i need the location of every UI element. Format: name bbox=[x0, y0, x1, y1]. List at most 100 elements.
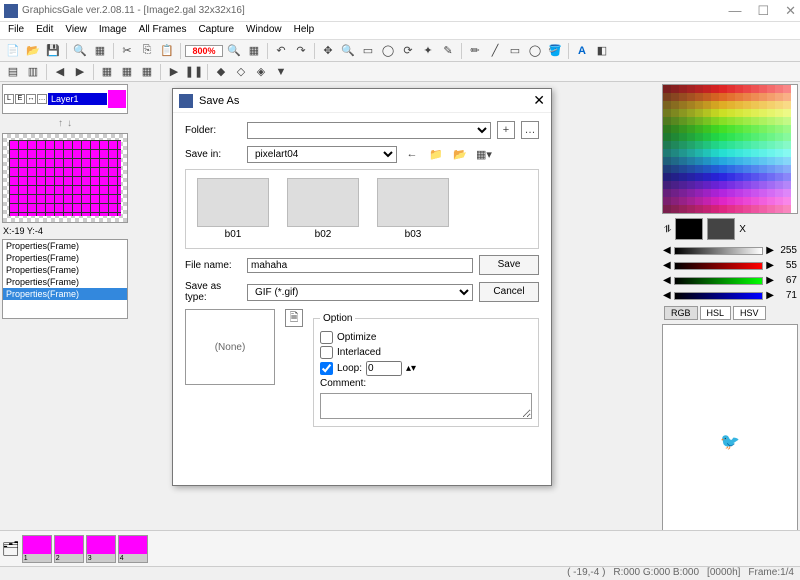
swap-icon[interactable]: ⥮ bbox=[664, 224, 671, 235]
tool-a-icon[interactable]: ◆ bbox=[212, 63, 230, 81]
paste-icon[interactable]: 📋 bbox=[158, 42, 176, 60]
frame-thumb[interactable]: 1 bbox=[22, 535, 52, 563]
copy-icon[interactable]: ⎘ bbox=[138, 42, 156, 60]
layer-panel[interactable]: LE↔… Layer1 bbox=[2, 84, 128, 114]
save-button[interactable]: Save bbox=[479, 255, 539, 275]
line-icon[interactable]: ╱ bbox=[486, 42, 504, 60]
frame-dup-icon[interactable]: ▦ bbox=[138, 63, 156, 81]
minimize-button[interactable]: — bbox=[728, 3, 741, 19]
mode-hsl[interactable]: HSL bbox=[700, 306, 732, 320]
list-item[interactable]: Properties(Frame) bbox=[3, 240, 127, 252]
menu-item[interactable]: Help bbox=[294, 24, 315, 37]
b-slider[interactable] bbox=[674, 292, 764, 300]
back-icon[interactable]: ← bbox=[403, 145, 421, 163]
cut-icon[interactable]: ✂ bbox=[118, 42, 136, 60]
list-item[interactable]: Properties(Frame) bbox=[3, 252, 127, 264]
saveas-select[interactable]: GIF (*.gif) bbox=[247, 284, 473, 301]
list-item[interactable]: Properties(Frame) bbox=[3, 264, 127, 276]
nav-down-icon[interactable]: ↓ bbox=[67, 118, 72, 129]
undo-icon[interactable]: ↶ bbox=[272, 42, 290, 60]
picker-icon[interactable]: ✎ bbox=[439, 42, 457, 60]
grid-icon[interactable]: ▦ bbox=[91, 42, 109, 60]
maximize-button[interactable]: ☐ bbox=[757, 3, 769, 19]
list-item[interactable]: Properties(Frame) bbox=[3, 288, 127, 300]
menu-item[interactable]: Capture bbox=[198, 24, 234, 37]
close-button[interactable]: ✕ bbox=[785, 3, 796, 19]
tool-d-icon[interactable]: ▼ bbox=[272, 63, 290, 81]
menu-item[interactable]: View bbox=[65, 24, 87, 37]
frame-del-icon[interactable]: ▦ bbox=[118, 63, 136, 81]
g-slider[interactable] bbox=[674, 277, 764, 285]
new-icon[interactable]: 📄 bbox=[4, 42, 22, 60]
add-folder-icon[interactable]: + bbox=[497, 121, 515, 139]
canvas-preview[interactable] bbox=[2, 133, 128, 223]
up-folder-icon[interactable]: 📁 bbox=[427, 145, 445, 163]
lasso-icon[interactable]: ⟳ bbox=[399, 42, 417, 60]
ellipse-icon[interactable]: ◯ bbox=[526, 42, 544, 60]
frame-add-icon[interactable]: ▦ bbox=[98, 63, 116, 81]
new-folder-icon[interactable]: 📂 bbox=[451, 145, 469, 163]
frame-thumb[interactable]: 4 bbox=[118, 535, 148, 563]
view-icon[interactable]: ▦▾ bbox=[475, 145, 493, 163]
nav-up-icon[interactable]: ↑ bbox=[58, 118, 63, 129]
foreground-swatch[interactable] bbox=[675, 218, 703, 240]
play-icon[interactable]: ▶ bbox=[165, 63, 183, 81]
more-icon[interactable]: … bbox=[521, 121, 539, 139]
property-list[interactable]: Properties(Frame) Properties(Frame) Prop… bbox=[2, 239, 128, 319]
x-icon[interactable]: X bbox=[739, 224, 746, 235]
layer-icon[interactable]: ▤ bbox=[4, 63, 22, 81]
select-rect-icon[interactable]: ▭ bbox=[359, 42, 377, 60]
menu-item[interactable]: File bbox=[8, 24, 24, 37]
browse-icon[interactable]: 🗎 bbox=[285, 309, 303, 327]
layer2-icon[interactable]: ▥ bbox=[24, 63, 42, 81]
optimize-checkbox[interactable] bbox=[320, 331, 333, 344]
pause-icon[interactable]: ❚❚ bbox=[185, 63, 203, 81]
file-browser[interactable]: b01 b02 b03 bbox=[185, 169, 539, 249]
text-icon[interactable]: A bbox=[573, 42, 591, 60]
redo-icon[interactable]: ↷ bbox=[292, 42, 310, 60]
menu-item[interactable]: Image bbox=[99, 24, 127, 37]
dialog-close-icon[interactable]: ✕ bbox=[533, 92, 545, 109]
move-icon[interactable]: ✥ bbox=[319, 42, 337, 60]
zoom-level[interactable]: 800% bbox=[185, 45, 223, 57]
spinner-icon[interactable]: ▴▾ bbox=[406, 363, 416, 374]
menu-item[interactable]: Edit bbox=[36, 24, 53, 37]
file-item[interactable]: b01 bbox=[194, 178, 272, 240]
fill-icon[interactable]: 🪣 bbox=[546, 42, 564, 60]
wand-icon[interactable]: ✦ bbox=[419, 42, 437, 60]
file-item[interactable]: b03 bbox=[374, 178, 452, 240]
menu-item[interactable]: Window bbox=[246, 24, 282, 37]
r-slider[interactable] bbox=[674, 262, 764, 270]
mode-rgb[interactable]: RGB bbox=[664, 306, 698, 320]
color-palette[interactable] bbox=[662, 84, 798, 214]
interlaced-checkbox[interactable] bbox=[320, 346, 333, 359]
loop-checkbox[interactable] bbox=[320, 362, 333, 375]
frame-thumb[interactable]: 3 bbox=[86, 535, 116, 563]
loop-input[interactable] bbox=[366, 361, 402, 376]
mode-hsv[interactable]: HSV bbox=[733, 306, 766, 320]
next-icon[interactable]: ▶ bbox=[71, 63, 89, 81]
menu-item[interactable]: All Frames bbox=[139, 24, 187, 37]
select-oval-icon[interactable]: ◯ bbox=[379, 42, 397, 60]
save-icon[interactable]: 💾 bbox=[44, 42, 62, 60]
folder-select[interactable] bbox=[247, 122, 491, 139]
menu-bar[interactable]: File Edit View Image All Frames Capture … bbox=[0, 22, 800, 40]
savein-select[interactable]: pixelart04 bbox=[247, 146, 397, 163]
prev-icon[interactable]: ◀ bbox=[51, 63, 69, 81]
background-swatch[interactable] bbox=[707, 218, 735, 240]
tool-b-icon[interactable]: ◇ bbox=[232, 63, 250, 81]
list-item[interactable]: Properties(Frame) bbox=[3, 276, 127, 288]
tool-c-icon[interactable]: ◈ bbox=[252, 63, 270, 81]
timeline-icon[interactable]: 🗂 bbox=[2, 540, 20, 557]
filename-input[interactable] bbox=[247, 258, 473, 273]
frame-thumb[interactable]: 2 bbox=[54, 535, 84, 563]
zoom-icon[interactable]: 🔍 bbox=[339, 42, 357, 60]
open-icon[interactable]: 📂 bbox=[24, 42, 42, 60]
cancel-button[interactable]: Cancel bbox=[479, 282, 539, 302]
zoom-out-icon[interactable]: 🔍 bbox=[225, 42, 243, 60]
gray-slider[interactable] bbox=[674, 247, 764, 255]
pencil-icon[interactable]: ✏ bbox=[466, 42, 484, 60]
layer-name[interactable]: Layer1 bbox=[48, 93, 107, 105]
grid-toggle-icon[interactable]: ▦ bbox=[245, 42, 263, 60]
comment-textarea[interactable] bbox=[320, 393, 532, 419]
